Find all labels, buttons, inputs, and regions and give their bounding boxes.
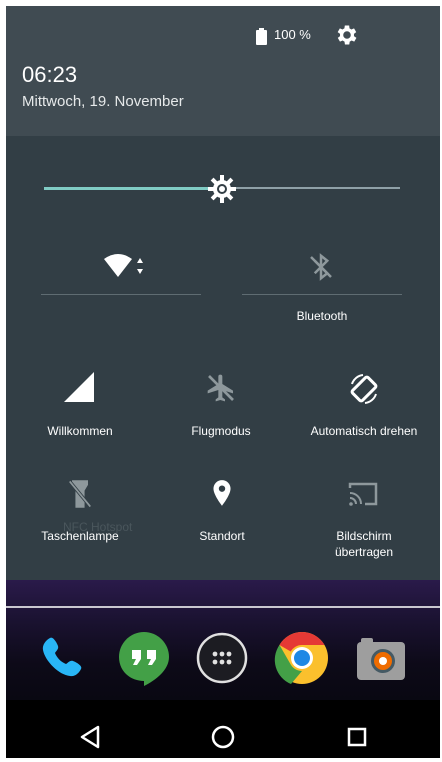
wifi-icon: [104, 254, 143, 277]
hangouts-icon[interactable]: [117, 630, 171, 686]
location-icon: [213, 480, 231, 506]
flashlight-off-icon: [68, 480, 92, 508]
tile-label-bluetooth: Bluetooth: [296, 309, 348, 323]
battery-icon: [256, 28, 267, 45]
tile-label-flugmodus: Flugmodus: [191, 424, 251, 438]
background-text: NFC Hotspot: [63, 520, 133, 534]
camera-icon[interactable]: [355, 636, 407, 682]
chrome-icon[interactable]: [274, 630, 330, 686]
airplane-off-icon: [207, 374, 234, 402]
bluetooth-underline: [242, 294, 402, 295]
wifi-underline: [41, 294, 201, 295]
brightness-thumb-icon[interactable]: [207, 174, 237, 204]
back-icon[interactable]: [76, 722, 106, 752]
tile-label-bildschirm: Bildschirm: [336, 529, 392, 543]
recents-icon[interactable]: [342, 722, 372, 752]
bluetooth-off-icon: [310, 253, 332, 281]
phone-icon[interactable]: [36, 632, 88, 684]
notification-header: 100 % 06:23 Mittwoch, 19. November: [6, 6, 440, 136]
home-icon[interactable]: [208, 722, 238, 752]
tile-label-willkommen: Willkommen: [47, 424, 113, 438]
tile-label-standort: Standort: [199, 529, 245, 543]
tile-label-uebertragen: übertragen: [334, 545, 394, 559]
brightness-fill: [44, 187, 222, 190]
battery-percent: 100 %: [274, 27, 311, 42]
auto-rotate-icon: [350, 374, 378, 404]
signal-icon: [64, 372, 94, 402]
wallpaper-divider: [6, 606, 440, 608]
cast-icon: [348, 482, 378, 506]
gear-icon[interactable]: [334, 22, 360, 48]
tile-label-automatisch-drehen: Automatisch drehen: [310, 424, 418, 438]
screen: 100 % 06:23 Mittwoch, 19. November Bluet…: [6, 6, 440, 758]
clock-date: Mittwoch, 19. November: [22, 93, 184, 110]
clock-time: 06:23: [22, 62, 78, 87]
app-drawer-icon[interactable]: [196, 632, 248, 684]
